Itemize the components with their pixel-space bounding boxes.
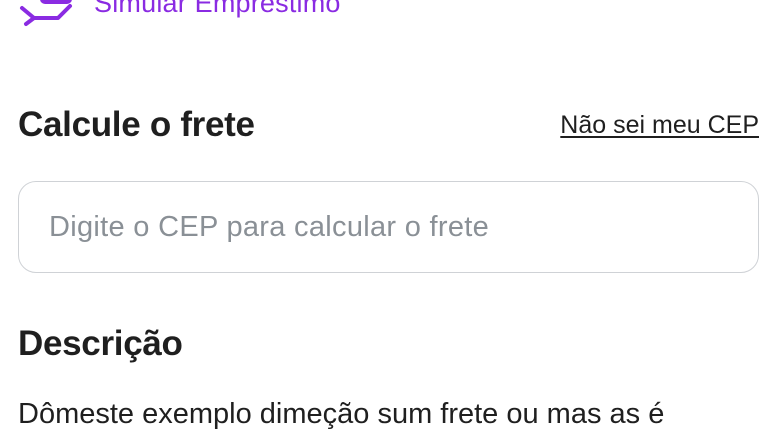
cep-input[interactable] xyxy=(18,181,759,273)
description-title: Descrição xyxy=(18,324,183,363)
freight-header: Calcule o frete Não sei meu CEP xyxy=(18,100,759,150)
freight-title: Calcule o frete xyxy=(18,105,255,144)
simulate-loan-label: Simular Empréstimo xyxy=(94,0,341,18)
dont-know-cep-link[interactable]: Não sei meu CEP xyxy=(560,111,759,140)
simulate-loan-link[interactable]: Simular Empréstimo xyxy=(18,0,341,28)
description-text: Dômeste exemplo dimeção sum frete ou mas… xyxy=(18,398,665,430)
hand-money-icon xyxy=(20,0,72,26)
